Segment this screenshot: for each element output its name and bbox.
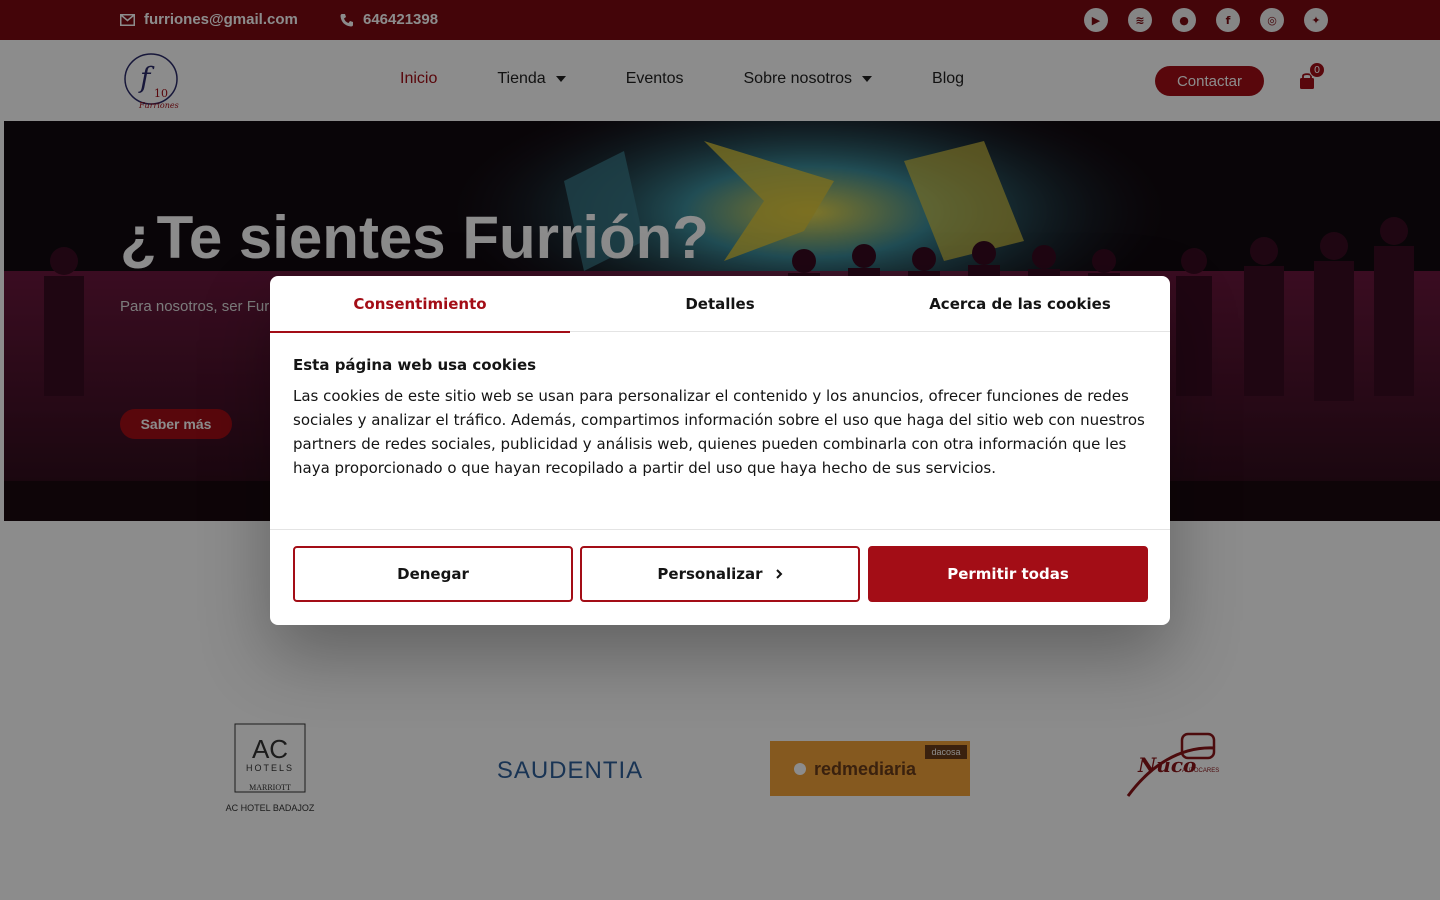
customize-button[interactable]: Personalizar	[580, 546, 860, 602]
allow-all-button[interactable]: Permitir todas	[868, 546, 1148, 602]
tab-acerca-de-las-cookies[interactable]: Acerca de las cookies	[870, 276, 1170, 332]
cookie-tabs: Consentimiento Detalles Acerca de las co…	[270, 276, 1170, 333]
deny-button[interactable]: Denegar	[293, 546, 573, 602]
cookie-dialog-heading: Esta página web usa cookies	[293, 356, 537, 374]
cookie-dialog-body: Esta página web usa cookies Las cookies …	[293, 356, 1153, 480]
allow-all-label: Permitir todas	[947, 565, 1069, 583]
tab-consentimiento[interactable]: Consentimiento	[270, 276, 570, 333]
deny-label: Denegar	[397, 565, 469, 583]
cookie-dialog-text: Las cookies de este sitio web se usan pa…	[293, 387, 1145, 477]
chevron-right-icon	[775, 569, 782, 579]
cookie-dialog-actions: Denegar Personalizar Permitir todas	[270, 529, 1170, 625]
customize-label: Personalizar	[657, 565, 763, 583]
cookie-consent-dialog: Consentimiento Detalles Acerca de las co…	[270, 276, 1170, 625]
tab-detalles[interactable]: Detalles	[570, 276, 870, 332]
